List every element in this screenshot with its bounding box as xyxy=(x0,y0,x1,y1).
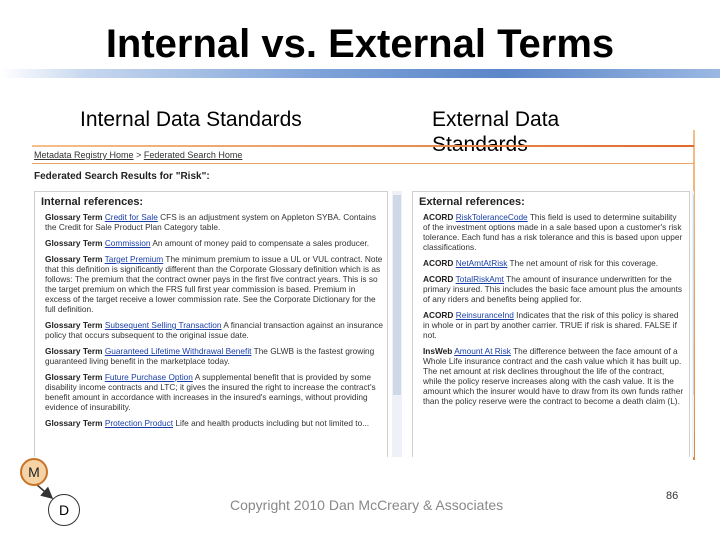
page-number: 86 xyxy=(666,490,679,502)
m-to-d-arrow xyxy=(35,483,54,499)
metadata-node: M xyxy=(20,458,48,486)
copyright-footer: Copyright 2010 Dan McCreary & Associates xyxy=(230,497,504,513)
data-node: D xyxy=(48,494,80,526)
